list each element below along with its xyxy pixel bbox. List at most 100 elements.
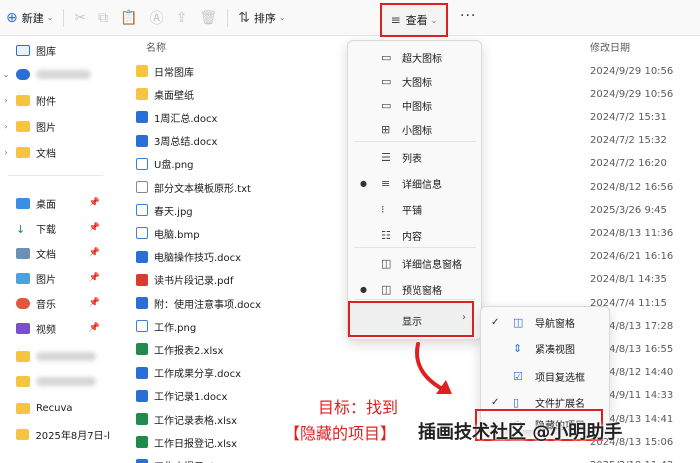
menu-item-view-option[interactable]: ◫ 详细信息窗格 — [348, 251, 483, 275]
docx-file-icon — [136, 366, 148, 379]
sidebar-item-downloads[interactable]: ↓ 下载 📌 — [0, 217, 110, 239]
sidebar-item-dated-folder[interactable]: 2025年8月7日-l — [0, 423, 110, 445]
view-label: 查看 — [405, 14, 428, 27]
menu-item-label: 详细信息窗格 — [402, 259, 462, 271]
new-button[interactable]: ⊕ 新建 ⌄ — [0, 0, 59, 36]
music-icon — [16, 297, 30, 309]
grid-icon: ⊞ — [381, 122, 391, 136]
file-name: 工作成果分享.docx — [154, 369, 242, 381]
submenu-item[interactable]: ⇕ 紧凑视图 — [481, 335, 611, 361]
picture-icon — [16, 272, 30, 284]
menu-item-view-option[interactable]: ▭ 大图标 — [348, 69, 483, 93]
chevron-right-icon[interactable]: › — [0, 122, 12, 131]
chevron-down-icon[interactable]: ⌄ — [0, 70, 12, 79]
more-options-button[interactable]: ··· — [460, 8, 476, 24]
chevron-right-icon[interactable]: › — [0, 148, 12, 157]
pin-icon[interactable]: 📌 — [89, 323, 100, 333]
file-explorer-window: ⊕ 新建 ⌄ ✂ ⧉ 📋 Ⓐ ⇪ 🗑 ⇅ 排序 ⌄ ≡ 查看 ⌄ ··· 图库 … — [0, 0, 700, 463]
folder-icon — [16, 402, 30, 414]
docx-file-icon — [136, 389, 148, 402]
img-file-icon — [136, 204, 148, 217]
sidebar-item-pictures-cloud[interactable]: › 图片 — [0, 115, 110, 137]
command-bar: ⊕ 新建 ⌄ ✂ ⧉ 📋 Ⓐ ⇪ 🗑 ⇅ 排序 ⌄ — [0, 0, 700, 36]
sidebar-item-recuva[interactable]: Recuva — [0, 397, 110, 419]
cut-button[interactable]: ✂ — [68, 0, 92, 36]
pin-icon[interactable]: 📌 — [89, 298, 100, 308]
pin-icon[interactable]: 📌 — [89, 248, 100, 258]
menu-item-view-option[interactable]: ● ≡ 详细信息 — [348, 171, 483, 195]
xlsx-file-icon — [136, 413, 148, 425]
menu-item-view-option[interactable]: ⁝ 平铺 — [348, 197, 483, 221]
selected-dot-icon: ● — [360, 178, 367, 188]
copy-button[interactable]: ⧉ — [92, 0, 114, 36]
sidebar-item-label: 文档 — [36, 249, 56, 261]
sidebar-item-label: 图片 — [36, 274, 56, 286]
chevron-right-icon[interactable]: › — [0, 96, 12, 105]
sidebar-item-blurred-2[interactable] — [0, 370, 110, 392]
toolbar-divider — [63, 8, 65, 27]
sidebar-item-music[interactable]: 音乐 📌 — [0, 292, 110, 314]
delete-button[interactable]: 🗑 — [193, 0, 223, 36]
share-button[interactable]: ⇪ — [170, 0, 194, 36]
file-name: U盘.png — [154, 160, 194, 172]
menu-item-view-option[interactable]: ▭ 中图标 — [348, 93, 483, 117]
compact-icon: ⇕ — [513, 341, 523, 355]
blurred-folder-name — [36, 376, 96, 386]
submenu-item-label: 导航窗格 — [535, 318, 575, 330]
menu-item-label: 内容 — [402, 231, 422, 243]
file-date: 2024/7/2 15:31 — [590, 111, 667, 123]
menu-item-view-option[interactable]: ☷ 内容 — [348, 223, 483, 247]
file-date: 2025/3/26 9:45 — [590, 204, 667, 216]
menu-item-label: 列表 — [402, 153, 422, 165]
img-file-icon — [136, 227, 148, 240]
sidebar-item-pictures[interactable]: 图片 📌 — [0, 267, 110, 289]
docx-file-icon — [136, 250, 148, 263]
paste-button[interactable]: 📋 — [114, 0, 143, 36]
annotation-text-goal: 目标：找到 — [318, 398, 399, 417]
view-menu: ▭ 超大图标 ▭ 大图标 ▭ 中图标 ⊞ 小图标 ☰ 列表 ● ≡ 详细信息 ⁝ 平铺 ☷ 内容 ◫ 详细信息窗格 ●… — [347, 40, 482, 340]
folder-icon — [16, 94, 30, 106]
img-file-icon — [136, 320, 148, 333]
submenu-item[interactable]: ☑ 项目复选框 — [481, 363, 611, 389]
folder-icon — [15, 428, 30, 440]
sidebar-item-label: 文档 — [36, 148, 56, 160]
pin-icon[interactable]: 📌 — [89, 273, 100, 283]
sidebar-item-videos[interactable]: 视频 📌 — [0, 317, 110, 339]
menu-item-view-option[interactable]: ▭ 超大图标 — [348, 45, 483, 69]
sort-button[interactable]: ⇅ 排序 ⌄ — [232, 0, 291, 36]
menu-item-view-option[interactable]: ☰ 列表 — [348, 145, 483, 169]
column-header-date[interactable]: 修改日期 — [590, 39, 630, 54]
table-row[interactable]: 工作小提示.docx2025/2/18 11:42 — [116, 454, 700, 463]
menu-item-view-option[interactable]: ● ◫ 预览窗格 — [348, 277, 483, 301]
file-name: 部分文本模板原形.txt — [154, 183, 251, 195]
blurred-folder-name — [36, 351, 96, 361]
sidebar-item-attachments[interactable]: › 附件 — [0, 89, 110, 111]
sort-icon: ⇅ — [238, 9, 250, 26]
menu-item-show[interactable]: 显示 › — [348, 301, 474, 337]
column-header-name[interactable]: 名称 — [146, 39, 166, 54]
img-file-icon — [136, 157, 148, 170]
menu-divider — [354, 299, 476, 300]
rename-button[interactable]: Ⓐ — [144, 0, 170, 36]
monitor-icon: ▭ — [381, 98, 392, 112]
sidebar-item-gallery[interactable]: 图库 — [0, 39, 110, 61]
menu-item-view-option[interactable]: ⊞ 小图标 — [348, 117, 483, 141]
sidebar-item-documents[interactable]: 文档 📌 — [0, 242, 110, 264]
sidebar-item-onedrive[interactable]: ⌄ — [0, 63, 110, 85]
menu-item-label: 大图标 — [402, 77, 432, 89]
menu-divider — [354, 141, 476, 142]
pin-icon[interactable]: 📌 — [89, 198, 100, 208]
pane-icon: ◫ — [381, 256, 392, 270]
file-name: 桌面壁纸 — [154, 90, 194, 102]
file-date: 2024/7/2 15:32 — [590, 135, 667, 147]
view-button[interactable]: ≡ 查看 ⌄ — [380, 3, 448, 37]
file-name: 附：使用注意事项.docx — [154, 299, 262, 311]
sidebar-item-documents-cloud[interactable]: › 文档 — [0, 141, 110, 163]
sidebar-item-blurred-1[interactable] — [0, 345, 110, 367]
file-date: 2024/7/2 16:20 — [590, 158, 667, 170]
pin-icon[interactable]: 📌 — [89, 223, 100, 233]
paste-icon: 📋 — [120, 9, 138, 26]
submenu-item[interactable]: ✓ ◫ 导航窗格 — [481, 309, 611, 335]
navigation-pane: 图库 ⌄ › 附件 › 图片 › 文档 桌面 📌 ↓ 下载 📌 文档 📌 图片 … — [0, 37, 110, 463]
sidebar-item-desktop[interactable]: 桌面 📌 — [0, 192, 110, 214]
